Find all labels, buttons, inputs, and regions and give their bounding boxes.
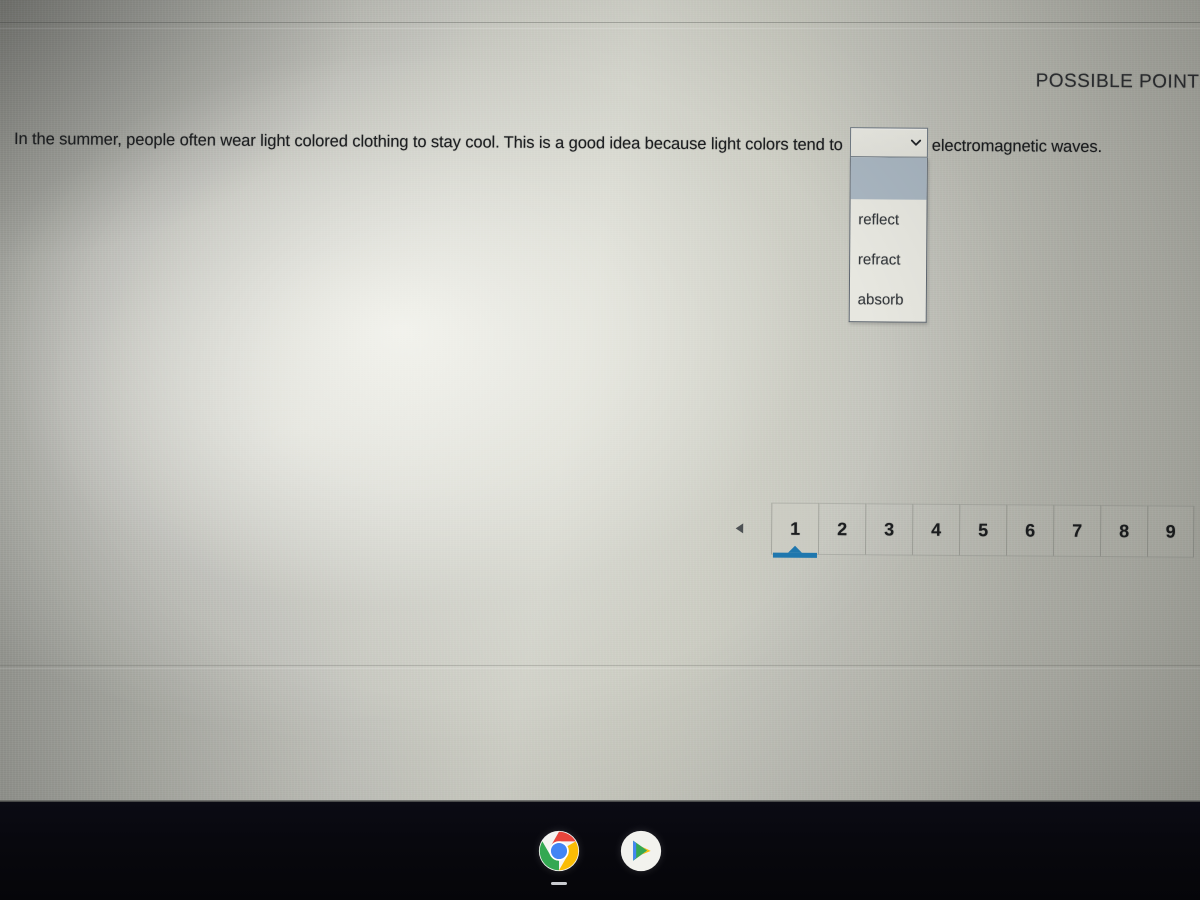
- pagination-prev-button[interactable]: [709, 502, 771, 554]
- pagination-page-label: 8: [1119, 520, 1130, 541]
- pagination-page-3[interactable]: 3: [864, 503, 913, 556]
- question-text-after: electromagnetic waves.: [931, 136, 1103, 157]
- pagination-page-4[interactable]: 4: [911, 503, 960, 556]
- google-play-icon: [620, 830, 662, 872]
- answer-dropdown-select[interactable]: [849, 127, 928, 158]
- dropdown-option-absorb[interactable]: absorb: [850, 279, 926, 320]
- chevron-down-icon: [910, 139, 921, 146]
- pagination-page-8[interactable]: 8: [1099, 505, 1148, 558]
- dropdown-option-refract[interactable]: refract: [850, 239, 926, 280]
- device-bottom-bezel: [0, 802, 1200, 900]
- pagination-active-bar: [772, 552, 817, 558]
- taskbar: [0, 802, 1200, 900]
- triangle-left-icon: [735, 523, 744, 534]
- pagination-page-7[interactable]: 7: [1052, 504, 1101, 558]
- question-row: In the summer, people often wear light c…: [13, 122, 1200, 323]
- dropdown-option-reflect[interactable]: reflect: [850, 199, 926, 240]
- pagination-page-2[interactable]: 2: [817, 502, 866, 556]
- possible-points-label: POSSIBLE POINTS: [1035, 70, 1200, 93]
- page-content: POSSIBLE POINTS In the summer, people of…: [0, 0, 1200, 811]
- taskbar-item-play-store[interactable]: [618, 828, 664, 874]
- pagination-page-label: 1: [790, 518, 801, 539]
- pagination-page-9[interactable]: 9: [1146, 505, 1195, 558]
- pagination-page-label: 3: [884, 518, 895, 539]
- pagination-page-label: 6: [1025, 519, 1036, 541]
- dropdown-option-blank[interactable]: [850, 157, 927, 200]
- pagination-active-caret-icon: [787, 545, 803, 553]
- question-text-before: In the summer, people often wear light c…: [13, 130, 500, 152]
- pagination-page-5[interactable]: 5: [958, 503, 1007, 557]
- chrome-icon: [538, 830, 580, 872]
- answer-dropdown-options-list[interactable]: reflect refract absorb: [848, 157, 928, 323]
- pagination-page-label: 9: [1165, 520, 1176, 542]
- pagination-page-6[interactable]: 6: [1005, 504, 1054, 557]
- pagination-page-1[interactable]: 1: [770, 502, 819, 558]
- pagination-page-label: 7: [1072, 520, 1083, 541]
- taskbar-item-chrome[interactable]: [536, 828, 582, 885]
- pagination-page-label: 2: [837, 518, 848, 539]
- answer-dropdown-wrapper: reflect refract absorb: [848, 127, 928, 323]
- screen-photo: POSSIBLE POINTS In the summer, people of…: [0, 0, 1200, 900]
- question-text-middle: This is a good idea because light colors…: [503, 133, 843, 155]
- pagination-page-label: 4: [931, 519, 942, 540]
- pagination-page-label: 5: [978, 519, 989, 540]
- taskbar-running-indicator: [551, 882, 567, 885]
- pagination-bar: 1 2 3 4 5 6 7 8 9: [709, 502, 1195, 558]
